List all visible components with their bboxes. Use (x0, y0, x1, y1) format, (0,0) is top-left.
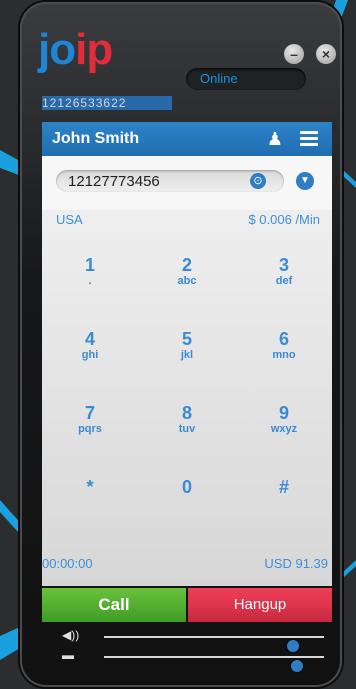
key-7[interactable]: 7 pqrs (42, 388, 138, 460)
key-digit: 7 (84, 403, 95, 423)
clear-number-icon[interactable]: ⊙ (250, 173, 266, 189)
number-input-value: 12127773456 (68, 173, 160, 190)
contacts-icon[interactable]: ♟ (264, 128, 286, 150)
number-dropdown-icon[interactable]: ▼ (296, 172, 314, 190)
key-letters: tuv (178, 423, 196, 435)
logo-part-jo: jo (38, 25, 76, 74)
microphone-volume-row: ▬ (58, 646, 328, 672)
hangup-button[interactable]: Hangup (188, 588, 332, 622)
key-9[interactable]: 9 wxyz (236, 388, 332, 460)
key-letters: pqrs (78, 423, 102, 435)
key-digit: 8 (181, 403, 192, 423)
key-digit: 1 (84, 255, 95, 275)
key-letters: . (88, 275, 92, 287)
destination-country: USA (56, 212, 83, 227)
contact-header: John Smith ♟ (42, 122, 332, 156)
dialer-panel: 12127773456 ⊙ ▼ USA $ 0.006 /Min 1. 2 abc… (42, 156, 332, 586)
contact-name: John Smith (52, 130, 140, 147)
key-digit: 5 (181, 329, 192, 349)
key-digit: 6 (278, 329, 289, 349)
key-5[interactable]: 5 jkl (139, 314, 235, 386)
account-balance: USD 91.39 (264, 556, 328, 571)
key-1[interactable]: 1. (42, 240, 138, 312)
key-digit: * (86, 477, 94, 497)
key-digit: 2 (181, 255, 192, 275)
key-digit: 4 (84, 329, 95, 349)
key-4[interactable]: 4 ghi (42, 314, 138, 386)
account-number: 12126533622 (42, 96, 172, 110)
callout-pointer-balance (343, 560, 356, 578)
close-button[interactable]: × (316, 44, 336, 64)
key-0[interactable]: 0 (139, 462, 235, 534)
key-digit: 3 (278, 255, 289, 275)
key-8[interactable]: 8 tuv (139, 388, 235, 460)
app-logo: joip (38, 25, 113, 74)
microphone-volume-handle[interactable] (291, 660, 303, 672)
key-letters: jkl (180, 349, 194, 361)
callout-pointer-dropdown (343, 170, 356, 188)
microphone-volume-slider[interactable] (104, 656, 324, 672)
key-digit: # (278, 477, 289, 497)
menu-icon[interactable] (298, 128, 320, 150)
minimize-button[interactable]: – (284, 44, 304, 64)
number-input[interactable]: 12127773456 ⊙ (56, 170, 284, 192)
key-letters: def (275, 275, 293, 287)
speaker-volume-slider[interactable] (104, 636, 324, 652)
key-hash[interactable]: # (236, 462, 332, 534)
logo-part-ip: ip (75, 25, 113, 74)
speaker-volume-icon: ◀)) (62, 628, 80, 642)
key-2[interactable]: 2 abc (139, 240, 235, 312)
microphone-volume-icon: ▬ (62, 648, 74, 662)
key-letters: abc (177, 275, 197, 287)
key-star[interactable]: * (42, 462, 138, 534)
key-letters: wxyz (270, 423, 298, 435)
number-row: 12127773456 ⊙ ▼ (42, 156, 332, 210)
key-digit: 0 (181, 477, 192, 497)
speaker-volume-row: ◀)) (58, 626, 328, 652)
key-digit: 9 (278, 403, 289, 423)
key-letters: mno (272, 349, 296, 361)
call-timer: 00:00:00 (42, 556, 93, 571)
status-badge: Online (186, 68, 306, 90)
key-3[interactable]: 3 def (236, 240, 332, 312)
key-letters: ghi (81, 349, 99, 361)
call-rate: $ 0.006 /Min (248, 212, 320, 227)
call-button[interactable]: Call (42, 588, 186, 622)
key-6[interactable]: 6 mno (236, 314, 332, 386)
